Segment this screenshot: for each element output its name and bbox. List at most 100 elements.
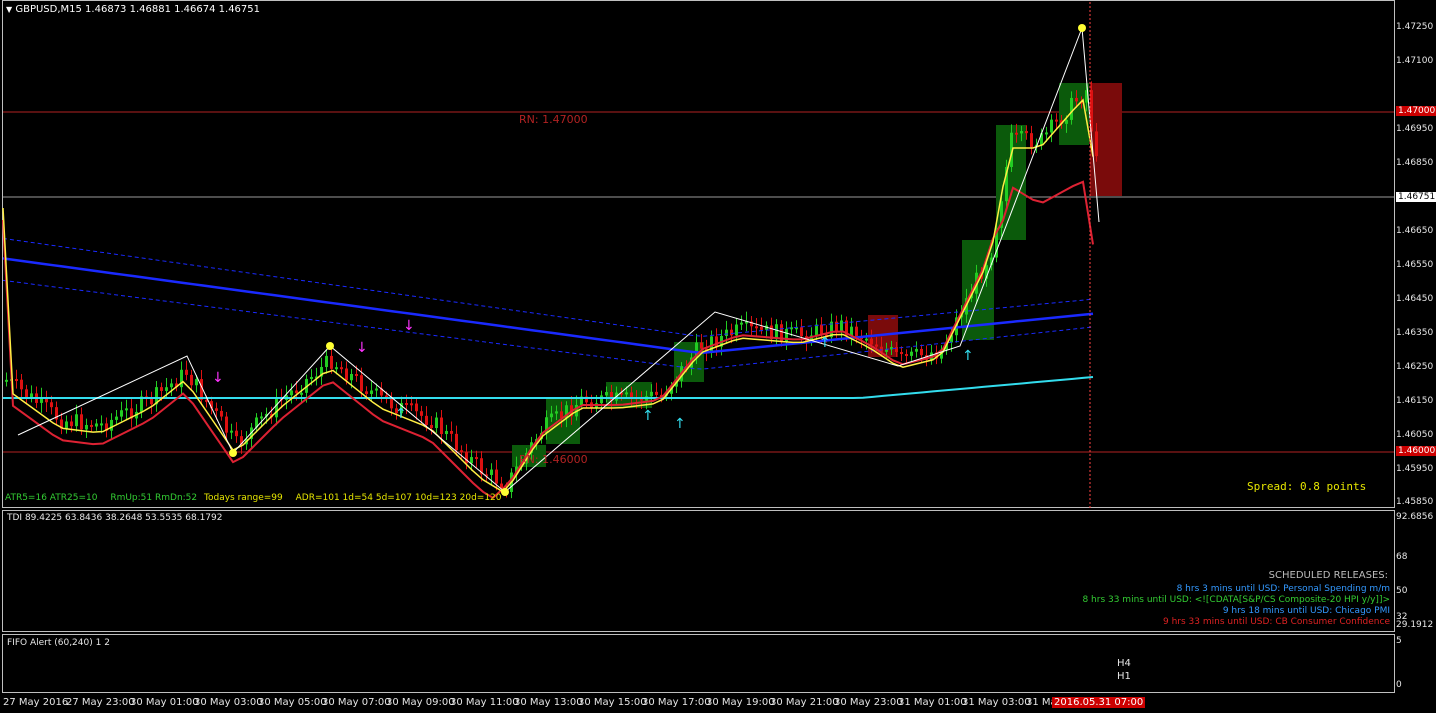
candle-body <box>760 326 763 330</box>
candle-body <box>65 421 68 429</box>
tdi-tick: 68 <box>1396 552 1408 562</box>
candle-body <box>195 379 198 386</box>
chart-title: ▼ GBPUSD,M15 1.46873 1.46881 1.46674 1.4… <box>6 4 261 15</box>
rn-high-label: RN: 1.47000 <box>519 113 588 126</box>
candle-body <box>780 324 783 343</box>
swing-point-dot <box>1078 24 1086 32</box>
candle-body <box>920 348 923 356</box>
candle-body <box>1015 132 1018 135</box>
candle-body <box>870 338 873 345</box>
chart-menu-triangle-icon[interactable]: ▼ <box>6 5 12 14</box>
release-item: 8 hrs 33 mins until USD: <![CDATA[S&P/CS… <box>1082 595 1390 605</box>
tdi-tick: 92.6856 <box>1396 512 1434 522</box>
candle-body <box>345 368 348 381</box>
fifo-title: FIFO Alert (60,240) 1 2 <box>7 638 110 648</box>
price-tick: 1.45950 <box>1396 464 1434 474</box>
candle-body <box>260 416 263 419</box>
candle-body <box>90 424 93 427</box>
buy-arrow-icon: ↑ <box>395 406 407 422</box>
candle-body <box>100 423 103 426</box>
time-label: 30 May 19:00 <box>706 697 775 708</box>
price-tick: 1.46150 <box>1396 396 1434 406</box>
candle-body <box>430 424 433 429</box>
price-tick: 1.46350 <box>1396 328 1434 338</box>
price-tag-rn-high: 1.47000 <box>1396 106 1436 116</box>
price-tag-rn-low: 1.46000 <box>1396 446 1436 456</box>
candle-body <box>25 389 28 398</box>
ma-band-upper <box>2 237 1094 337</box>
scheduled-releases-title: SCHEDULED RELEASES: <box>1268 570 1388 581</box>
swing-point-dot <box>229 449 237 457</box>
candle-body <box>75 414 78 427</box>
rn-low-label: RN: 1.46000 <box>519 453 588 466</box>
buy-arrow-icon: ↑ <box>674 416 686 432</box>
candle-body <box>905 354 908 357</box>
candle-body <box>190 374 193 386</box>
tdi-pane[interactable] <box>2 510 1395 632</box>
spread-label: Spread: 0.8 points <box>1247 480 1367 493</box>
candle-body <box>350 374 353 381</box>
candle-body <box>1025 131 1028 134</box>
candle-body <box>15 379 18 382</box>
candle-body <box>1055 119 1058 122</box>
candle-body <box>495 469 498 484</box>
time-label: 31 May 03:00 <box>962 697 1031 708</box>
swing-point-dot <box>501 488 509 496</box>
candle-body <box>910 351 913 356</box>
buy-arrow-icon: ↑ <box>962 348 974 364</box>
stat-atr: ATR5=16 ATR25=10 <box>5 493 98 503</box>
price-tick: 1.46050 <box>1396 430 1434 440</box>
candle-body <box>775 324 778 340</box>
candle-body <box>470 457 473 464</box>
sell-arrow-icon: ↓ <box>403 318 415 334</box>
candle-body <box>900 352 903 355</box>
time-cursor-label: 2016.05.31 07:00 <box>1052 697 1146 708</box>
candle-body <box>555 411 558 414</box>
candle-body <box>600 395 603 404</box>
candle-body <box>1030 133 1033 148</box>
fifo-tick: 5 <box>1396 636 1402 646</box>
candle-body <box>1075 97 1078 102</box>
price-tick: 1.45850 <box>1396 497 1434 507</box>
candle-body <box>630 392 633 398</box>
candle-body <box>235 430 238 437</box>
candle-body <box>80 414 83 430</box>
candle-body <box>820 324 823 335</box>
candle-body <box>390 398 393 409</box>
candle-body <box>1020 131 1023 134</box>
candle-body <box>895 347 898 353</box>
fifo-tick: 0 <box>1396 680 1402 690</box>
stat-adr: ADR=101 1d=54 5d=107 10d=123 20d=120 <box>295 493 502 503</box>
fifo-row-label-h1: H1 <box>1117 671 1131 682</box>
candle-body <box>1045 132 1048 135</box>
price-tick: 1.46950 <box>1396 124 1434 134</box>
candle-body <box>800 327 803 337</box>
price-tick: 1.47250 <box>1396 22 1434 32</box>
fifo-pane[interactable] <box>2 634 1395 693</box>
candle-body <box>1095 131 1098 157</box>
time-label: 30 May 07:00 <box>322 697 391 708</box>
time-label: 31 May 01:00 <box>898 697 967 708</box>
candle-body <box>445 430 448 435</box>
candle-body <box>290 390 293 396</box>
time-label: 30 May 23:00 <box>834 697 903 708</box>
candle-body <box>95 423 98 427</box>
candle-body <box>295 390 298 394</box>
candle-body <box>335 367 338 370</box>
fifo-row-label-h4: H4 <box>1117 658 1131 669</box>
candle-body <box>330 355 333 369</box>
candle-body <box>700 342 703 349</box>
time-label: 30 May 11:00 <box>450 697 519 708</box>
candle-body <box>325 355 328 367</box>
candle-body <box>755 326 758 329</box>
time-label: 30 May 21:00 <box>770 697 839 708</box>
price-tag-bid: 1.46751 <box>1396 192 1436 202</box>
candle-body <box>725 329 728 336</box>
price-tick: 1.46850 <box>1396 158 1434 168</box>
stats-line: ATR5=16 ATR25=10 RmUp:51 RmDn:52 Todays … <box>5 493 502 503</box>
candle-body <box>30 393 33 398</box>
candle-body <box>360 375 363 392</box>
time-label: 30 May 13:00 <box>514 697 583 708</box>
candle-body <box>220 410 223 417</box>
candle-body <box>340 367 343 370</box>
